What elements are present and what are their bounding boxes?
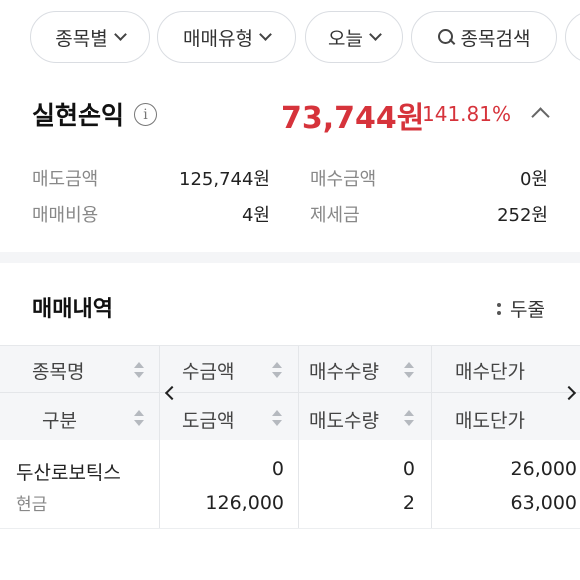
buy-qty-cell: 0 — [402, 458, 415, 480]
fee-label: 매매비용 — [32, 205, 99, 226]
column-divider — [298, 440, 299, 528]
column-header-sell-price[interactable]: 매도단가 — [455, 406, 525, 433]
info-icon[interactable]: i — [134, 103, 157, 126]
tax-value: 252원 — [497, 205, 548, 226]
filter-chip-bar: 종목별 매매유형 오늘 종목검색 — [0, 10, 580, 64]
realized-pl-rate: 141.81% — [422, 102, 511, 126]
filter-by-stock-button[interactable]: 종목별 — [30, 11, 150, 63]
sort-icon[interactable] — [272, 362, 282, 378]
filter-by-stock-label: 종목별 — [55, 27, 108, 50]
column-header-buy-price[interactable]: 매수단가 — [455, 357, 525, 384]
column-header-sell-qty[interactable]: 매도수량 — [309, 406, 379, 433]
sell-amount-value: 125,744원 — [179, 169, 270, 190]
chevron-up-icon[interactable] — [531, 107, 550, 126]
sell-amount-cell: 126,000 — [205, 492, 284, 514]
column-divider — [159, 346, 160, 441]
filter-date-button[interactable]: 오늘 — [305, 11, 403, 63]
view-mode-toggle[interactable]: 두줄 — [497, 295, 545, 322]
stock-search-label: 종목검색 — [460, 27, 531, 50]
sort-icon[interactable] — [404, 410, 414, 426]
realized-pl-amount: 73,744원 — [281, 101, 425, 136]
column-header-buy-qty[interactable]: 매수수량 — [309, 357, 379, 384]
two-line-icon — [497, 302, 501, 315]
sell-price-cell: 63,000 — [510, 492, 577, 514]
fee-value: 4원 — [241, 205, 270, 226]
column-header-sell-amount[interactable]: 도금액 — [182, 406, 234, 433]
column-header-stock-name[interactable]: 종목명 — [32, 357, 84, 384]
filter-date-label: 오늘 — [328, 27, 363, 50]
column-header-buy-amount[interactable]: 수금액 — [182, 357, 234, 384]
stock-name-cell: 두산로보틱스 — [16, 462, 121, 484]
table-header: 종목명 수금액 매수수량 매수단가 구분 도금액 매도수량 매도단가 — [0, 345, 580, 441]
tax-label: 제세금 — [310, 205, 360, 226]
filter-trade-type-label: 매매유형 — [183, 27, 253, 50]
sort-icon[interactable] — [134, 362, 144, 378]
sort-icon[interactable] — [134, 410, 144, 426]
sort-icon[interactable] — [272, 410, 282, 426]
scroll-right-arrow-icon[interactable] — [561, 385, 577, 401]
buy-amount-value: 0원 — [519, 169, 548, 190]
filter-trade-type-button[interactable]: 매매유형 — [157, 11, 296, 63]
sort-icon[interactable] — [404, 362, 414, 378]
buy-amount-cell: 0 — [271, 458, 284, 480]
buy-amount-label: 매수금액 — [310, 169, 377, 190]
buy-price-cell: 26,000 — [510, 458, 577, 480]
sell-qty-cell: 2 — [402, 492, 415, 514]
column-divider — [159, 440, 160, 528]
category-cell: 현금 — [16, 495, 48, 515]
stock-search-button[interactable]: 종목검색 — [411, 11, 557, 63]
chevron-down-icon — [113, 28, 127, 41]
trade-history-title: 매매내역 — [32, 297, 113, 322]
chevron-down-icon — [369, 28, 382, 41]
section-divider — [0, 252, 580, 263]
column-divider — [431, 346, 432, 441]
column-divider — [431, 440, 432, 528]
chevron-down-icon — [259, 28, 272, 41]
row-divider — [0, 528, 580, 529]
more-filter-button[interactable] — [565, 11, 580, 63]
column-header-category[interactable]: 구분 — [42, 406, 77, 433]
scroll-left-arrow-icon[interactable] — [164, 385, 180, 401]
header-divider — [0, 392, 580, 393]
realized-pl-title: 실현손익 — [32, 101, 125, 130]
sell-amount-label: 매도금액 — [32, 169, 99, 190]
column-divider — [298, 346, 299, 441]
view-mode-label: 두줄 — [510, 299, 545, 321]
search-icon — [437, 29, 454, 45]
